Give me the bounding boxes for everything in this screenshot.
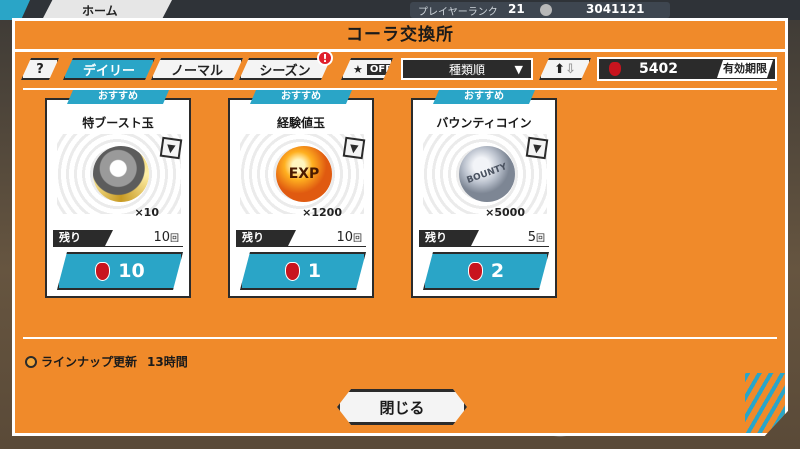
cola-currency-display: 5402 有効期限 <box>597 57 777 81</box>
remaining-row: 残り 10回 <box>53 230 183 247</box>
arrow-up-icon: ⬆ <box>554 61 565 77</box>
help-label: ? <box>36 61 44 77</box>
clock-icon <box>25 355 37 368</box>
recommended-tag: おすすめ <box>433 90 535 104</box>
cola-exchange-dialog: コーラ交換所 ? デイリー ノーマル シーズン ! ★ OFF 種類順 ▼ ⬆ … <box>12 18 788 436</box>
remaining-unit: 回 <box>352 234 362 244</box>
remaining-count: 10回 <box>336 230 362 245</box>
remaining-count-value: 5 <box>527 230 536 245</box>
lineup-refresh-info: ラインナップ更新 13時間 <box>25 353 188 370</box>
cola-icon <box>609 62 621 76</box>
lineup-time: 13時間 <box>147 355 188 369</box>
remaining-count: 5回 <box>528 230 545 245</box>
remaining-label: 残り <box>53 230 113 246</box>
favorite-filter-state: OFF <box>367 64 395 75</box>
tab-normal-label: ノーマル <box>170 63 223 79</box>
remaining-count-value: 10 <box>336 230 353 245</box>
cola-icon <box>285 262 300 281</box>
expiry-button[interactable]: 有効期限 <box>717 60 773 78</box>
tab-daily-label: デイリー <box>82 63 135 79</box>
item-name: バウンティコイン <box>436 116 532 130</box>
exchange-price: 2 <box>490 260 505 282</box>
exp-text: EXP <box>288 166 320 182</box>
coin-icon <box>540 4 552 16</box>
season-alert-badge: ! <box>317 50 333 66</box>
lineup-label: ラインナップ更新 <box>41 355 138 369</box>
bounty-text: BOUNTY <box>465 162 509 186</box>
item-card: おすすめ 経験値玉 ▼ EXP ×1200 残り 10回 1 <box>228 98 374 298</box>
bookmark-icon[interactable]: ▼ <box>342 136 366 160</box>
player-rank-label: プレイヤーランク <box>418 7 498 18</box>
chevron-down-icon: ▼ <box>514 62 523 76</box>
season-alert-mark: ! <box>322 52 328 65</box>
cola-icon <box>468 262 483 281</box>
arrow-down-icon: ⇩ <box>565 61 576 77</box>
item-card: おすすめ バウンティコイン ▼ BOUNTY ×5000 残り 5回 2 <box>411 98 557 298</box>
remaining-count-value: 10 <box>153 230 170 245</box>
cola-icon <box>95 262 110 281</box>
boost-orb-icon <box>93 146 149 202</box>
cola-amount: 5402 <box>639 61 678 77</box>
recommended-tag: おすすめ <box>250 90 352 104</box>
help-button[interactable]: ? <box>21 58 59 80</box>
remaining-unit: 回 <box>169 234 179 244</box>
item-name: 経験値玉 <box>276 116 325 130</box>
exchange-button[interactable]: 10 <box>57 252 183 290</box>
tab-season-label: シーズン <box>259 63 311 79</box>
close-button[interactable]: 閉じる <box>337 389 467 425</box>
exchange-button[interactable]: 1 <box>240 252 366 290</box>
remaining-label: 残り <box>419 230 479 246</box>
bounty-coin-icon: BOUNTY <box>459 146 515 202</box>
item-quantity: ×10 <box>134 206 159 219</box>
recommended-tag: おすすめ <box>67 90 169 104</box>
title-divider <box>15 49 785 52</box>
top-status-bar: ホーム プレイヤーランク 21 3041121 <box>0 0 800 20</box>
player-rank-value: 21 <box>508 2 525 16</box>
sort-label: 種類順 <box>448 62 485 77</box>
dialog-title: コーラ交換所 <box>346 25 454 45</box>
tab-daily[interactable]: デイリー <box>63 58 155 80</box>
home-tab[interactable]: ホーム <box>42 0 172 20</box>
item-name: 特ブースト玉 <box>82 116 154 130</box>
bookmark-icon[interactable]: ▼ <box>159 136 183 160</box>
sort-order-toggle[interactable]: ⬆ ⇩ <box>539 58 591 80</box>
remaining-count: 10回 <box>153 230 179 245</box>
exchange-price: 1 <box>307 260 322 282</box>
item-quantity: ×5000 <box>485 206 525 219</box>
player-rank-panel: プレイヤーランク 21 3041121 <box>410 2 670 18</box>
bookmark-icon[interactable]: ▼ <box>525 136 549 160</box>
coin-value: 3041121 <box>586 2 645 16</box>
tab-normal[interactable]: ノーマル <box>151 58 243 80</box>
remaining-row: 残り 5回 <box>419 230 549 247</box>
exchange-button[interactable]: 2 <box>423 252 549 290</box>
close-label: 閉じる <box>379 398 425 417</box>
star-icon: ★ <box>353 62 363 76</box>
remaining-row: 残り 10回 <box>236 230 366 247</box>
item-card: おすすめ 特ブースト玉 ▼ ×10 残り 10回 10 <box>45 98 191 298</box>
back-button[interactable] <box>0 0 30 20</box>
home-tab-label: ホーム <box>82 4 118 18</box>
sort-dropdown[interactable]: 種類順 ▼ <box>401 58 533 80</box>
remaining-unit: 回 <box>535 234 545 244</box>
favorite-filter-toggle[interactable]: ★ OFF <box>341 58 393 80</box>
remaining-label: 残り <box>236 230 296 246</box>
exp-orb-icon: EXP <box>276 146 332 202</box>
exchange-price: 10 <box>118 260 145 282</box>
item-quantity: ×1200 <box>302 206 342 219</box>
item-list: おすすめ 特ブースト玉 ▼ ×10 残り 10回 10 おすすめ 経験値玉 ▼ … <box>23 88 777 339</box>
toolbar: ? デイリー ノーマル シーズン ! ★ OFF 種類順 ▼ ⬆ ⇩ 5402 … <box>15 50 785 84</box>
